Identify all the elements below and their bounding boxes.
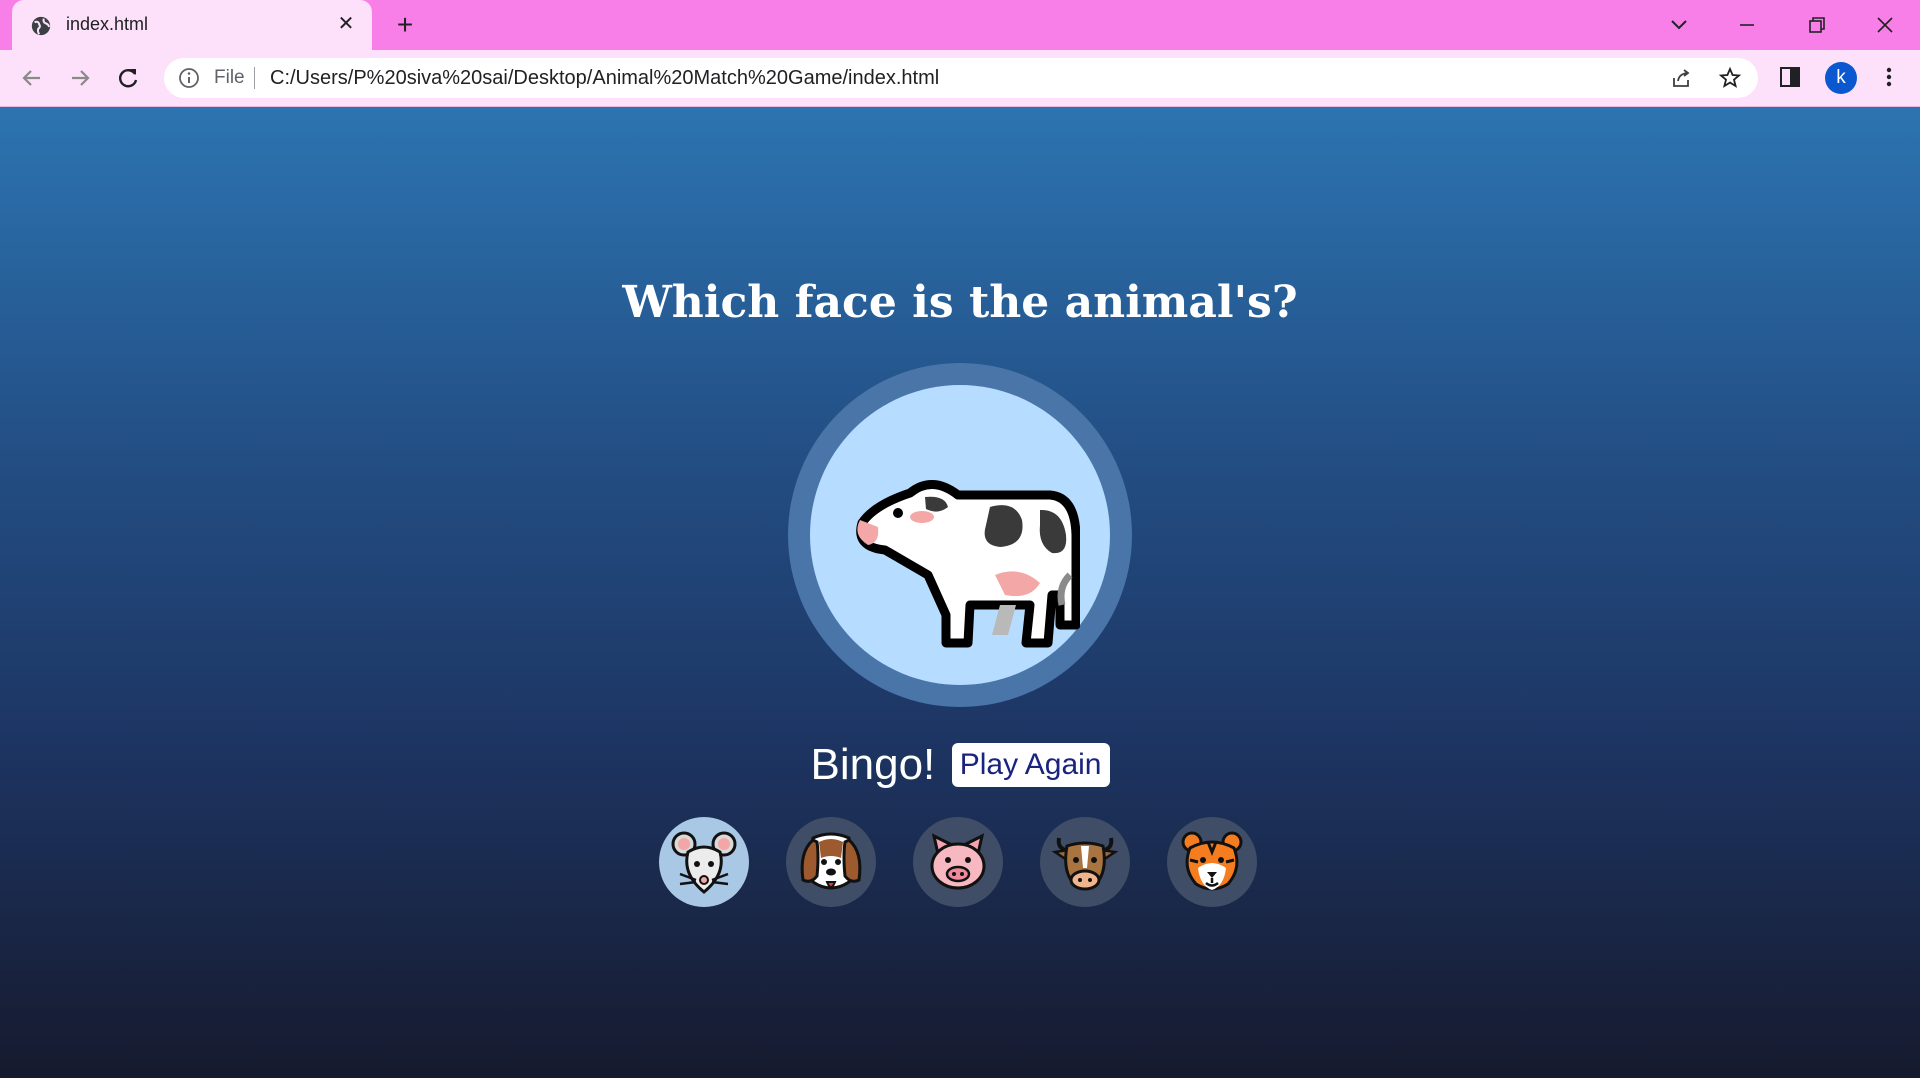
file-scheme-label: File xyxy=(214,67,245,88)
target-animal-frame xyxy=(788,363,1132,707)
target-animal-disc xyxy=(810,385,1110,685)
choice-mouse[interactable] xyxy=(659,817,749,907)
side-panel-icon[interactable] xyxy=(1777,64,1803,90)
tab-title: index.html xyxy=(66,14,149,34)
profile-avatar[interactable]: k xyxy=(1825,62,1857,94)
tiger-face-icon xyxy=(1181,831,1243,891)
restore-icon[interactable] xyxy=(1802,10,1832,40)
reload-icon[interactable] xyxy=(114,64,142,92)
tab-search-chevron-icon[interactable] xyxy=(1664,10,1694,40)
url-text[interactable]: C:/Users/P%20siva%20sai/Desktop/Animal%2… xyxy=(270,67,939,90)
dog-face-icon xyxy=(800,832,862,890)
play-again-button[interactable]: Play Again xyxy=(951,743,1110,787)
minimize-icon[interactable] xyxy=(1732,10,1762,40)
choice-tiger[interactable] xyxy=(1167,817,1257,907)
site-info-icon[interactable] xyxy=(178,67,200,89)
back-arrow-icon[interactable] xyxy=(18,64,46,92)
game-page: Which face is the animal's? Bingo! Play … xyxy=(0,107,1920,1078)
share-icon[interactable] xyxy=(1670,66,1694,90)
new-tab-icon[interactable]: + xyxy=(390,10,420,40)
choice-dog[interactable] xyxy=(786,817,876,907)
forward-arrow-icon[interactable] xyxy=(66,64,94,92)
question-heading: Which face is the animal's? xyxy=(622,277,1298,328)
globe-icon xyxy=(31,16,51,36)
omnibox-separator xyxy=(254,67,255,89)
cow-icon xyxy=(856,480,1080,648)
choice-pig[interactable] xyxy=(913,817,1003,907)
browser-tab[interactable]: index.html ✕ xyxy=(12,0,372,51)
bookmark-star-icon[interactable] xyxy=(1718,66,1742,90)
result-row: Bingo! Play Again xyxy=(0,740,1920,790)
pig-face-icon xyxy=(930,833,986,890)
animal-choices xyxy=(659,817,1259,909)
browser-tab-strip: index.html ✕ + xyxy=(0,0,1920,51)
kebab-menu-icon[interactable] xyxy=(1876,64,1902,90)
cow-face-icon xyxy=(1051,837,1119,891)
close-window-icon[interactable] xyxy=(1870,10,1900,40)
result-text: Bingo! xyxy=(810,740,936,789)
address-bar[interactable]: File C:/Users/P%20siva%20sai/Desktop/Ani… xyxy=(164,58,1758,98)
choice-cow[interactable] xyxy=(1040,817,1130,907)
tab-close-icon[interactable]: ✕ xyxy=(334,12,358,36)
mouse-face-icon xyxy=(671,831,737,894)
